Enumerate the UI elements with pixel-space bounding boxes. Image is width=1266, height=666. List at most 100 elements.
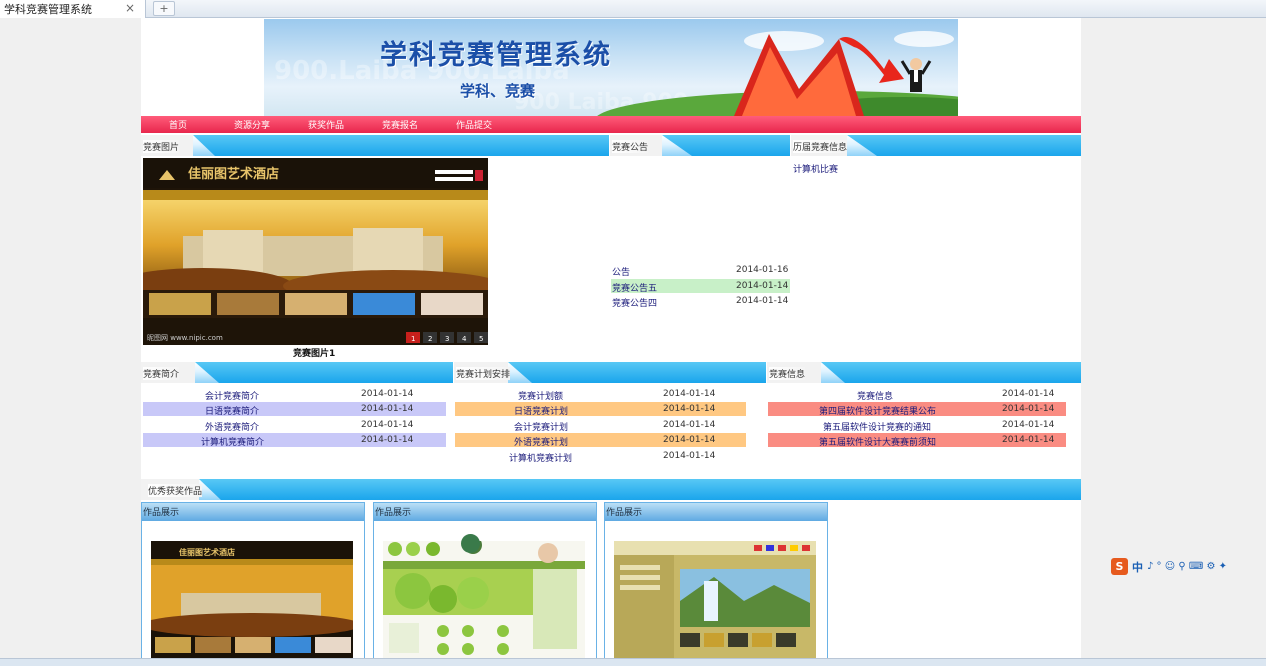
list-item[interactable]: 竞赛信息 2014-01-14 xyxy=(768,387,1066,402)
list-item[interactable]: 会计竞赛简介 2014-01-14 xyxy=(143,387,446,402)
work-panel: 作品展示 佳丽图艺术酒店 xyxy=(141,502,365,658)
intro-title[interactable]: 外语竞赛简介 xyxy=(205,420,259,433)
photo-footer-brand: 昵图网 www.nipic.com xyxy=(147,334,223,342)
section-header-notices: 竞赛公告 xyxy=(610,135,790,156)
sogou-logo-icon: S xyxy=(1111,558,1128,575)
banner-title: 学科竞赛管理系统 xyxy=(380,40,612,71)
work-panel: 作品展示 xyxy=(604,502,828,658)
section-header-info: 竞赛信息 xyxy=(767,362,1081,383)
section-header-photos: 竞赛图片 xyxy=(141,135,609,156)
info-date: 2014-01-14 xyxy=(1002,389,1055,399)
section-title: 竞赛计划安排 xyxy=(456,367,511,380)
intro-title[interactable]: 计算机竞赛简介 xyxy=(201,435,264,448)
section-title: 优秀获奖作品 xyxy=(148,484,203,497)
section-header-intro: 竞赛简介 xyxy=(141,362,453,383)
plan-title[interactable]: 会计竞赛计划 xyxy=(514,420,568,433)
ime-tools-icons[interactable]: ♪ ° ☺ ⚲ ⌨ ⚙ ✦ xyxy=(1147,561,1227,572)
section-title: 历届竞赛信息 xyxy=(793,140,848,153)
section-header-history: 历届竞赛信息 xyxy=(791,135,1081,156)
plan-date: 2014-01-14 xyxy=(663,389,716,399)
list-item[interactable]: 第五届软件设计竞赛的通知 2014-01-14 xyxy=(768,418,1066,433)
info-title[interactable]: 竞赛信息 xyxy=(857,389,893,402)
tab-title: 学科竞赛管理系统 xyxy=(4,3,92,16)
work-brand: 佳丽图艺术酒店 xyxy=(179,547,235,557)
competition-photo[interactable]: 佳丽图艺术酒店 昵图网 www.nipic.com 1 2 3 4 5 xyxy=(143,158,488,345)
work-panel-title: 作品展示 xyxy=(605,503,827,521)
list-item[interactable]: 竞赛公告五 2014-01-14 xyxy=(611,279,790,294)
banner-subtitle: 学科、竞赛 xyxy=(460,82,536,100)
hotel-site-thumbnail: 佳丽图艺术酒店 昵图网 www.nipic.com 1 2 3 4 5 xyxy=(143,158,488,343)
browser-tab[interactable]: 学科竞赛管理系统 × xyxy=(0,0,146,18)
history-item-link[interactable]: 计算机比赛 xyxy=(793,162,838,175)
photo-caption: 竞赛图片1 xyxy=(293,349,336,359)
plan-title[interactable]: 日语竞赛计划 xyxy=(514,404,568,417)
ime-mode-label[interactable]: 中 xyxy=(1132,559,1143,575)
section-title: 竞赛信息 xyxy=(769,367,806,380)
info-title[interactable]: 第五届软件设计竞赛的通知 xyxy=(823,420,931,433)
info-title[interactable]: 第四届软件设计竞赛结果公布 xyxy=(819,404,936,417)
work-panel-title: 作品展示 xyxy=(142,503,364,521)
ime-toolbar[interactable]: S 中 ♪ ° ☺ ⚲ ⌨ ⚙ ✦ xyxy=(1111,557,1227,576)
list-item[interactable]: 竞赛公告四 2014-01-14 xyxy=(611,294,790,309)
list-item[interactable]: 竞赛计划额 2014-01-14 xyxy=(455,387,746,402)
section-header-plans: 竞赛计划安排 xyxy=(454,362,766,383)
work-thumbnail-apple[interactable] xyxy=(383,541,585,658)
list-item[interactable]: 计算机竞赛计划 2014-01-14 xyxy=(455,449,746,464)
work-thumbnail-art xyxy=(614,541,816,658)
info-date: 2014-01-14 xyxy=(1002,404,1055,414)
work-thumbnail-hotel[interactable]: 佳丽图艺术酒店 xyxy=(151,541,353,658)
nav-resource-share[interactable]: 资源分享 xyxy=(234,118,270,131)
mouse-cursor-highlight xyxy=(461,534,480,553)
plan-date: 2014-01-14 xyxy=(663,451,716,461)
work-thumbnail-art xyxy=(383,541,585,658)
new-tab-button[interactable]: + xyxy=(153,1,175,16)
notice-title[interactable]: 竞赛公告四 xyxy=(612,296,657,309)
work-thumbnail-landscape[interactable] xyxy=(614,541,816,658)
list-item[interactable]: 外语竞赛计划 2014-01-14 xyxy=(455,433,746,448)
section-title: 竞赛图片 xyxy=(143,140,180,153)
plan-title[interactable]: 计算机竞赛计划 xyxy=(509,451,572,464)
nav-work-submit[interactable]: 作品提交 xyxy=(456,118,492,131)
close-icon[interactable]: × xyxy=(125,1,135,15)
pager-5: 5 xyxy=(479,335,483,343)
page-content: 900.Laiba 900.Laiba 900 Laiba 900 学科竞赛管理… xyxy=(141,18,1081,658)
list-item[interactable]: 计算机竞赛简介 2014-01-14 xyxy=(143,433,446,448)
hotel-brand: 佳丽图艺术酒店 xyxy=(188,166,279,182)
intro-date: 2014-01-14 xyxy=(361,404,414,414)
list-item[interactable]: 日语竞赛简介 2014-01-14 xyxy=(143,402,446,417)
info-date: 2014-01-14 xyxy=(1002,420,1055,430)
notice-date: 2014-01-14 xyxy=(736,281,789,291)
nav-registration[interactable]: 竞赛报名 xyxy=(382,118,418,131)
notice-title[interactable]: 公告 xyxy=(612,265,630,278)
work-panel: 作品展示 xyxy=(373,502,597,658)
intro-title[interactable]: 日语竞赛简介 xyxy=(205,404,259,417)
intro-date: 2014-01-14 xyxy=(361,420,414,430)
list-item[interactable]: 会计竞赛计划 2014-01-14 xyxy=(455,418,746,433)
intro-date: 2014-01-14 xyxy=(361,435,414,445)
notice-title[interactable]: 竞赛公告五 xyxy=(612,281,657,294)
browser-status-bar xyxy=(0,658,1266,666)
intro-title[interactable]: 会计竞赛简介 xyxy=(205,389,259,402)
notice-date: 2014-01-16 xyxy=(736,265,789,275)
plan-title[interactable]: 竞赛计划额 xyxy=(518,389,563,402)
list-item[interactable]: 公告 2014-01-16 xyxy=(611,263,790,278)
site-banner: 900.Laiba 900.Laiba 900 Laiba 900 学科竞赛管理… xyxy=(264,19,958,116)
work-thumbnail-art: 佳丽图艺术酒店 xyxy=(151,541,353,658)
pager-3: 3 xyxy=(445,335,449,343)
notice-date: 2014-01-14 xyxy=(736,296,789,306)
plan-date: 2014-01-14 xyxy=(663,420,716,430)
nav-awarded-works[interactable]: 获奖作品 xyxy=(308,118,344,131)
plan-title[interactable]: 外语竞赛计划 xyxy=(514,435,568,448)
list-item[interactable]: 外语竞赛简介 2014-01-14 xyxy=(143,418,446,433)
list-item[interactable]: 第五届软件设计大赛赛前须知 2014-01-14 xyxy=(768,433,1066,448)
main-nav: 首页 资源分享 获奖作品 竞赛报名 作品提交 xyxy=(141,116,1081,133)
pager-4: 4 xyxy=(462,335,467,343)
section-title: 竞赛公告 xyxy=(612,140,649,153)
info-title[interactable]: 第五届软件设计大赛赛前须知 xyxy=(819,435,936,448)
pager-1: 1 xyxy=(411,335,415,343)
work-panel-title: 作品展示 xyxy=(374,503,596,521)
list-item[interactable]: 第四届软件设计竞赛结果公布 2014-01-14 xyxy=(768,402,1066,417)
pager-2: 2 xyxy=(428,335,432,343)
list-item[interactable]: 日语竞赛计划 2014-01-14 xyxy=(455,402,746,417)
nav-home[interactable]: 首页 xyxy=(169,118,187,131)
